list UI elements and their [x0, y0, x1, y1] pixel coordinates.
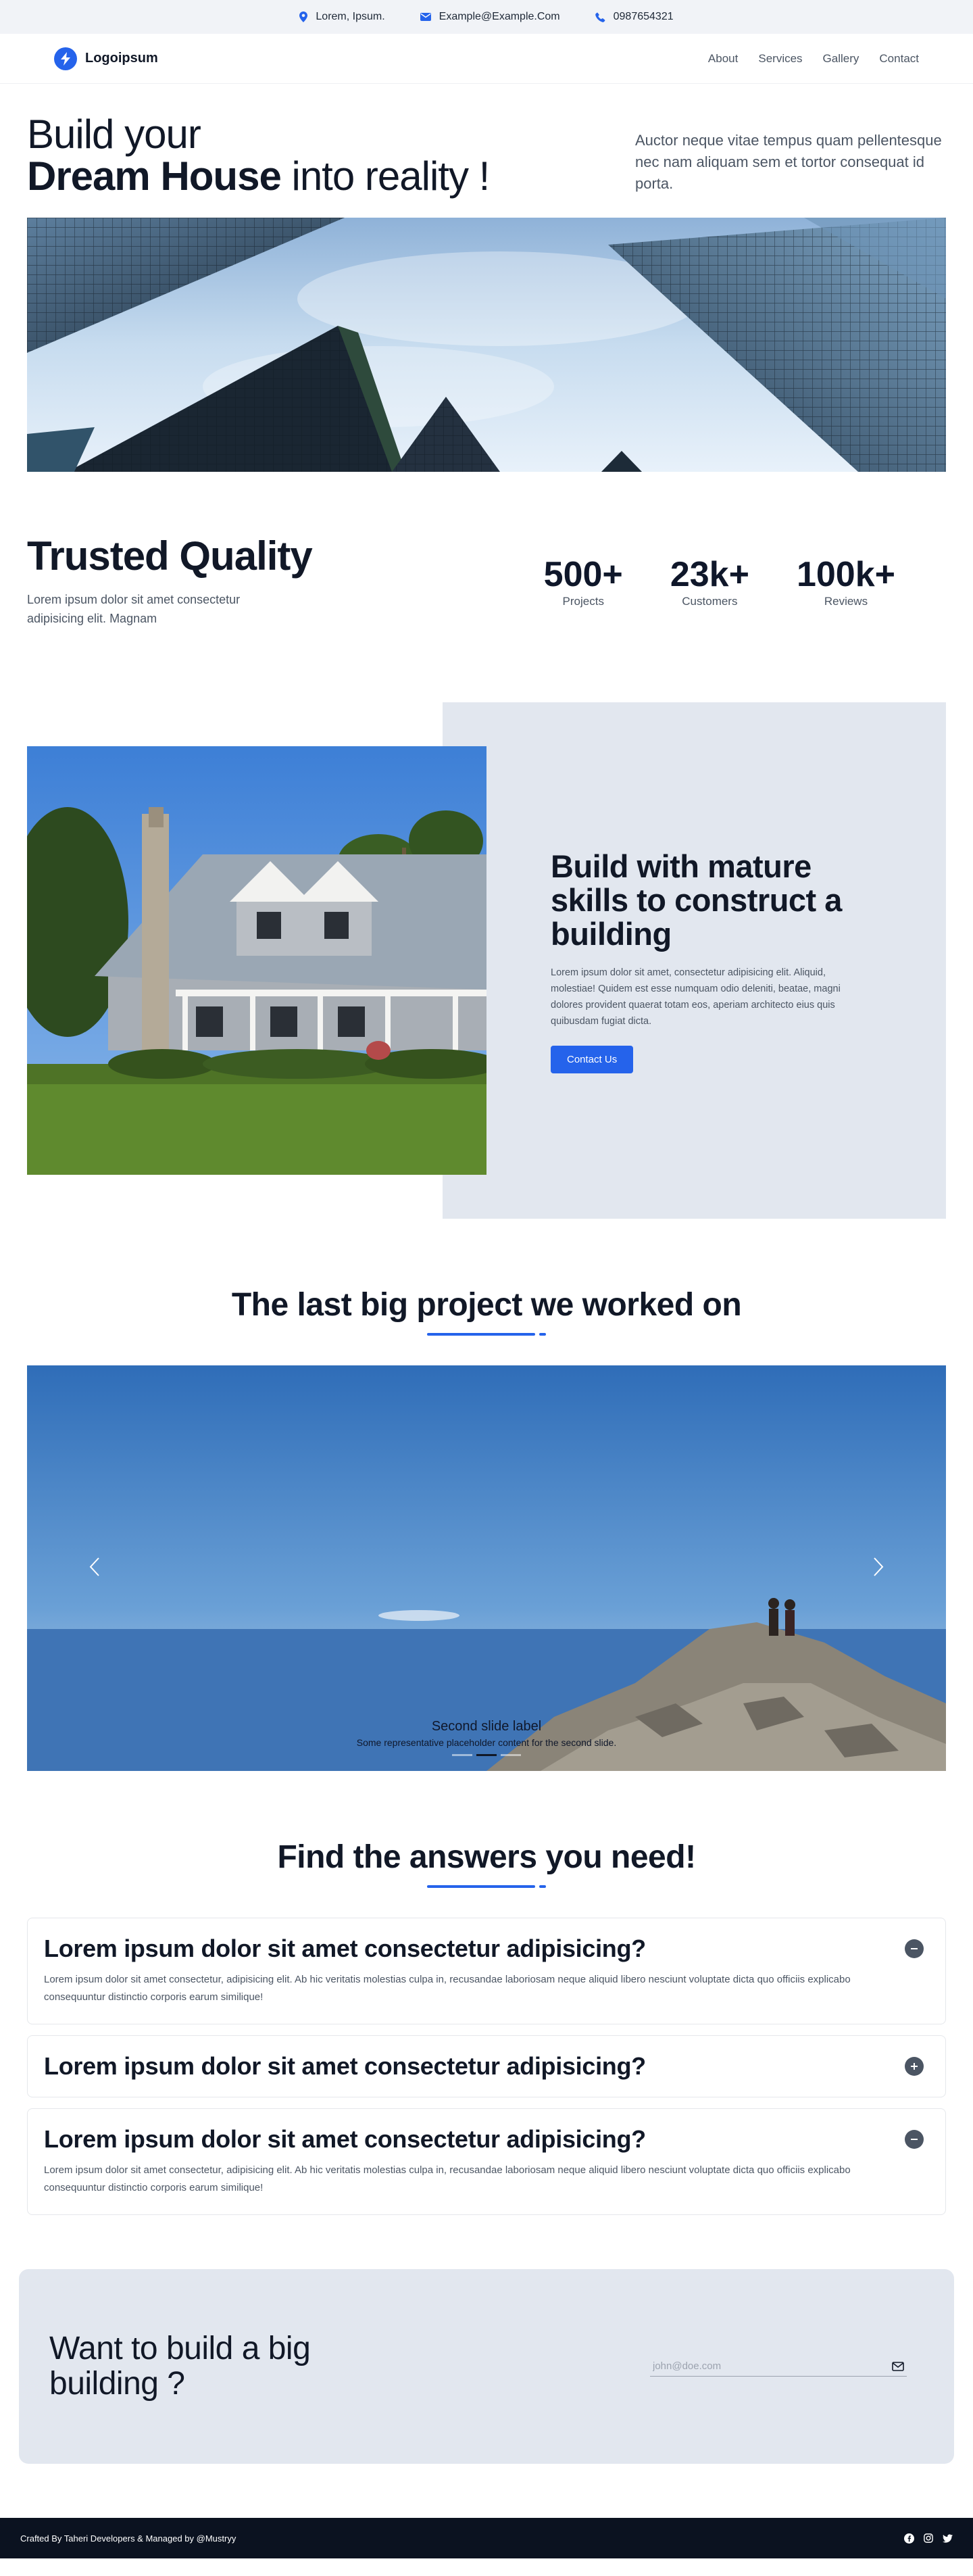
faq-title: Find the answers you need! [277, 1839, 696, 1875]
stat-projects: 500+ Projects [544, 556, 623, 628]
brand-logo[interactable]: Logoipsum [54, 47, 158, 70]
phone-icon [595, 12, 605, 22]
social-links [904, 2533, 953, 2544]
faq-question[interactable]: Lorem ipsum dolor sit amet consectetur a… [44, 1935, 646, 1963]
carousel-indicator-3[interactable] [501, 1754, 521, 1756]
house-image [27, 746, 487, 1175]
faq-item: Lorem ipsum dolor sit amet consectetur a… [27, 2108, 946, 2215]
title-underline [0, 1885, 973, 1888]
stat-label: Projects [562, 595, 604, 608]
build-section: Build with mature skills to construct a … [0, 702, 973, 1219]
stat-customers: 23k+ Customers [670, 556, 749, 628]
nav-link-contact[interactable]: Contact [879, 52, 919, 66]
build-content: Build with mature skills to construct a … [551, 850, 868, 1073]
minus-icon [911, 1948, 918, 1949]
faq-answer: Lorem ipsum dolor sit amet consectetur, … [44, 1974, 851, 2003]
nav-link-gallery[interactable]: Gallery [823, 52, 859, 66]
twitter-icon[interactable] [943, 2533, 953, 2543]
faq-section: Find the answers you need! Lorem ipsum d… [0, 1839, 973, 2215]
hero-title-bold: Dream House [27, 153, 282, 199]
collapse-toggle[interactable] [905, 2130, 924, 2149]
navbar: Logoipsum About Services Gallery Contact [0, 34, 973, 84]
trusted-quality-section: Trusted Quality Lorem ipsum dolor sit am… [0, 472, 973, 628]
trusted-text: Lorem ipsum dolor sit amet consectetur a… [27, 593, 241, 625]
location-info: Lorem, Ipsum. [299, 11, 385, 23]
facebook-icon[interactable] [904, 2533, 914, 2544]
title-underline [0, 1333, 973, 1336]
faq-answer: Lorem ipsum dolor sit amet consectetur, … [44, 2164, 851, 2193]
carousel-next-button[interactable] [865, 1553, 892, 1580]
footer: Crafted By Taheri Developers & Managed b… [0, 2518, 973, 2558]
stat-value: 100k+ [796, 555, 895, 594]
cta-section: Want to build a big building ? [19, 2269, 954, 2464]
hero-image-skyscrapers [27, 218, 946, 472]
stat-label: Reviews [824, 595, 868, 608]
slide-caption-title: Second slide label [431, 1719, 542, 1734]
stat-label: Customers [682, 595, 738, 608]
chevron-right-icon [874, 1557, 884, 1576]
hero-subtitle: Auctor neque vitae tempus quam pellentes… [635, 132, 942, 192]
chevron-left-icon [89, 1557, 99, 1576]
hero-section: Build your Dream House into reality ! Au… [0, 84, 973, 197]
hero-title-rest: into reality ! [280, 153, 490, 199]
faq-header[interactable]: Lorem ipsum dolor sit amet consectetur a… [44, 2125, 929, 2154]
carousel-prev-button[interactable] [81, 1553, 108, 1580]
email-input[interactable] [653, 2360, 892, 2372]
faq-header[interactable]: Lorem ipsum dolor sit amet consectetur a… [44, 1935, 929, 1963]
newsletter-form [650, 2356, 907, 2377]
minus-icon [911, 2139, 918, 2140]
plus-icon [911, 2063, 918, 2070]
email-info[interactable]: Example@Example.Com [420, 11, 560, 23]
trusted-title: Trusted Quality [27, 533, 313, 579]
stats-group: 500+ Projects 23k+ Customers 100k+ Revie… [544, 556, 895, 628]
phone-text[interactable]: 0987654321 [614, 11, 674, 23]
brand-name: Logoipsum [85, 51, 158, 66]
nav-link-about[interactable]: About [708, 52, 738, 66]
faq-header[interactable]: Lorem ipsum dolor sit amet consectetur a… [44, 2052, 929, 2081]
hero-title: Build your Dream House into reality ! [27, 112, 490, 199]
nav-link-services[interactable]: Services [758, 52, 802, 66]
carousel-slide-image [27, 1365, 946, 1771]
email-text[interactable]: Example@Example.Com [439, 11, 560, 23]
envelope-icon [420, 13, 431, 21]
trusted-intro: Trusted Quality Lorem ipsum dolor sit am… [27, 533, 313, 628]
phone-info[interactable]: 0987654321 [595, 11, 674, 23]
carousel-indicators [27, 1754, 946, 1756]
project-section: The last big project we worked on Second… [0, 1286, 973, 1771]
project-title: The last big project we worked on [231, 1287, 742, 1323]
slide-caption: Second slide label Some representative p… [27, 1719, 946, 1748]
build-title: Build with mature skills to construct a … [551, 848, 842, 952]
stat-value: 23k+ [670, 555, 749, 594]
faq-item: Lorem ipsum dolor sit amet consectetur a… [27, 1918, 946, 2024]
carousel-indicator-1[interactable] [452, 1754, 472, 1756]
logo-bolt-icon [54, 47, 77, 70]
stat-value: 500+ [543, 555, 623, 594]
faq-question[interactable]: Lorem ipsum dolor sit amet consectetur a… [44, 2052, 646, 2081]
faq-question[interactable]: Lorem ipsum dolor sit amet consectetur a… [44, 2125, 646, 2154]
collapse-toggle[interactable] [905, 1939, 924, 1958]
carousel-indicator-2[interactable] [476, 1754, 497, 1756]
location-pin-icon [299, 11, 308, 22]
cta-title: Want to build a big building ? [49, 2331, 311, 2402]
project-carousel[interactable]: Second slide label Some representative p… [27, 1365, 946, 1771]
nav-menu: About Services Gallery Contact [708, 52, 919, 66]
footer-credit: Crafted By Taheri Developers & Managed b… [20, 2533, 236, 2544]
contact-us-button[interactable]: Contact Us [551, 1046, 634, 1073]
top-info-bar: Lorem, Ipsum. Example@Example.Com 098765… [0, 0, 973, 34]
send-mail-icon[interactable] [892, 2361, 904, 2371]
stat-reviews: 100k+ Reviews [797, 556, 895, 628]
expand-toggle[interactable] [905, 2057, 924, 2076]
faq-item: Lorem ipsum dolor sit amet consectetur a… [27, 2035, 946, 2097]
build-text: Lorem ipsum dolor sit amet, consectetur … [551, 967, 841, 1027]
instagram-icon[interactable] [924, 2533, 933, 2543]
faq-list: Lorem ipsum dolor sit amet consectetur a… [27, 1918, 946, 2215]
slide-caption-text: Some representative placeholder content … [356, 1737, 617, 1748]
location-text: Lorem, Ipsum. [316, 11, 385, 22]
hero-title-line1: Build your [27, 112, 201, 157]
